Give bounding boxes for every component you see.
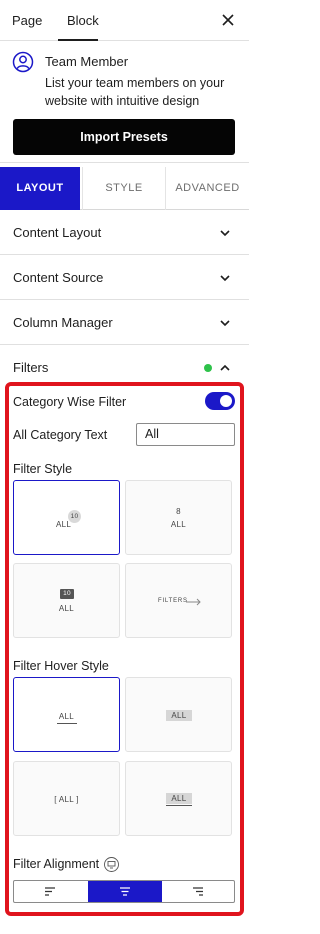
- filter-style-option-3[interactable]: 10 ALL: [13, 563, 120, 638]
- filter-alignment-label: Filter Alignment: [13, 857, 100, 871]
- category-wise-filter-label: Category Wise Filter: [13, 395, 127, 409]
- section-content-layout[interactable]: Content Layout: [0, 210, 249, 255]
- align-left-icon: [45, 887, 55, 896]
- block-title: Team Member: [45, 54, 129, 69]
- chevron-up-icon: [220, 364, 230, 371]
- underline-bar: [57, 723, 77, 724]
- option-text: ALL: [166, 793, 192, 804]
- option-text: ALL: [170, 520, 187, 529]
- align-center-icon: [120, 887, 130, 896]
- tab-block[interactable]: Block: [67, 13, 99, 28]
- toggle-knob: [220, 395, 232, 407]
- section-label: Content Source: [13, 270, 104, 285]
- hover-style-option-4[interactable]: ALL: [125, 761, 232, 836]
- panel-tabs: LAYOUT STYLE ADVANCED: [0, 167, 249, 210]
- align-right-icon: [193, 887, 203, 896]
- option-text: ALL: [58, 712, 75, 721]
- arrow-right-icon: [186, 598, 201, 606]
- section-label: Column Manager: [13, 315, 113, 330]
- filter-style-option-2[interactable]: 8 ALL: [125, 480, 232, 555]
- tab-layout[interactable]: LAYOUT: [0, 167, 80, 210]
- chevron-down-icon: [220, 275, 230, 282]
- underline-bar: [166, 805, 192, 806]
- status-dot: [204, 364, 212, 372]
- chevron-down-icon: [220, 320, 230, 327]
- option-count: 8: [176, 507, 181, 516]
- hover-style-option-3[interactable]: [ ALL ]: [13, 761, 120, 836]
- user-circle-icon: [12, 51, 34, 73]
- section-content-source[interactable]: Content Source: [0, 255, 249, 300]
- option-text: ALL: [58, 604, 75, 613]
- count-badge: 10: [60, 589, 74, 599]
- import-presets-button[interactable]: Import Presets: [13, 119, 235, 155]
- filter-style-option-4[interactable]: FILTERS: [125, 563, 232, 638]
- filter-style-option-1[interactable]: ALL 10: [13, 480, 120, 555]
- filter-alignment-group: [13, 880, 235, 903]
- filter-hover-style-label: Filter Hover Style: [13, 659, 109, 673]
- section-label: Content Layout: [13, 225, 102, 240]
- count-badge: 10: [68, 510, 81, 523]
- align-center-button[interactable]: [88, 881, 162, 902]
- section-label: Filters: [13, 360, 49, 375]
- category-wise-filter-toggle[interactable]: [205, 392, 235, 410]
- align-left-button[interactable]: [14, 881, 88, 902]
- desktop-responsive-icon[interactable]: [104, 857, 119, 872]
- align-right-button[interactable]: [162, 881, 236, 902]
- all-category-text-label: All Category Text: [13, 428, 108, 442]
- option-text: FILTERS: [158, 598, 188, 604]
- hover-style-option-2[interactable]: ALL: [125, 677, 232, 752]
- block-card: Team Member List your team members on yo…: [0, 41, 249, 163]
- tab-style[interactable]: STYLE: [82, 167, 166, 210]
- tab-page[interactable]: Page: [12, 13, 42, 28]
- option-text: ALL: [166, 710, 192, 721]
- option-text: ALL: [56, 520, 72, 529]
- section-filters[interactable]: Filters: [0, 345, 249, 385]
- all-category-text-input[interactable]: All: [136, 423, 235, 446]
- hover-style-option-1[interactable]: ALL: [13, 677, 120, 752]
- chevron-down-icon: [220, 230, 230, 237]
- option-text: [ ALL ]: [54, 795, 79, 804]
- block-description: List your team members on your website w…: [45, 76, 225, 108]
- top-tab-bar: Page Block: [0, 0, 249, 41]
- filter-style-label: Filter Style: [13, 462, 73, 476]
- tab-advanced[interactable]: ADVANCED: [166, 167, 249, 210]
- close-icon[interactable]: [219, 11, 237, 29]
- section-column-manager[interactable]: Column Manager: [0, 300, 249, 345]
